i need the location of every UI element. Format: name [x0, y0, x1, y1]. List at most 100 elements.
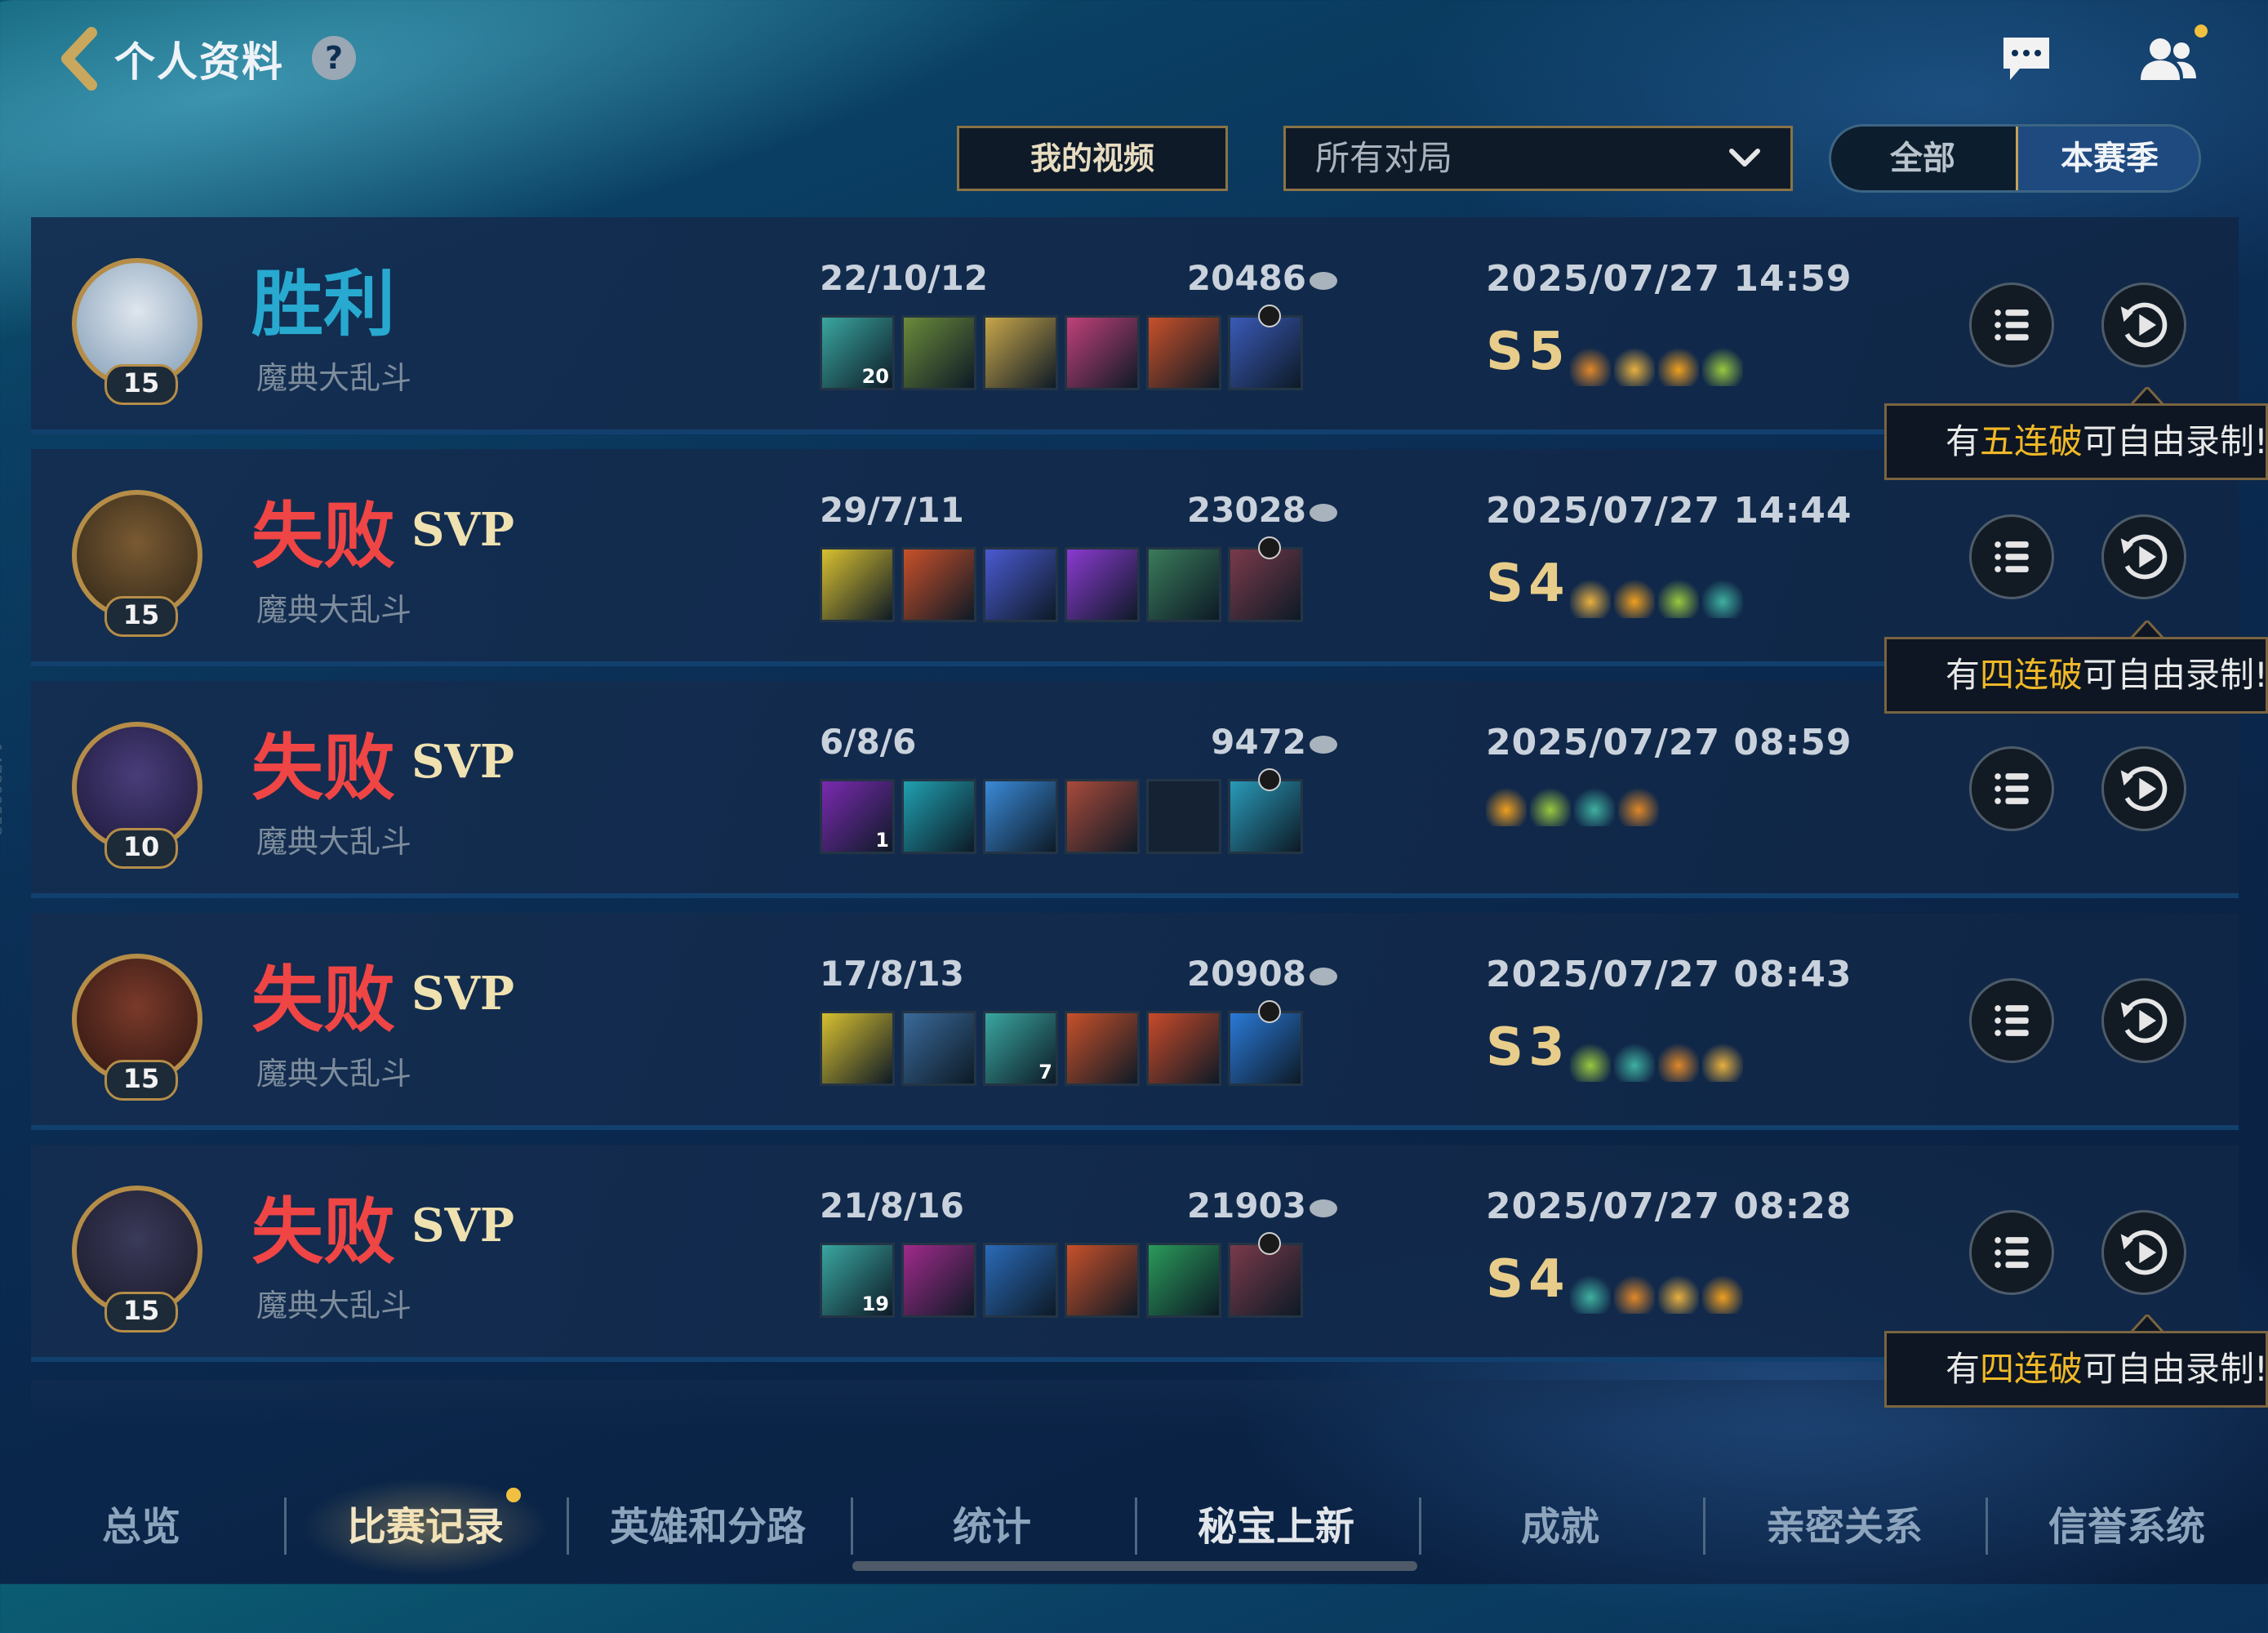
gold: 21903: [1141, 1186, 1337, 1226]
game-mode: 魔典大乱斗: [256, 592, 412, 628]
match-filter-select[interactable]: 所有对局: [1283, 126, 1793, 191]
replay-icon: [2120, 766, 2168, 812]
item-stack-count: 20: [861, 365, 889, 388]
home-indicator: [852, 1561, 1417, 1571]
achievement-badge-icon: [1657, 345, 1699, 386]
match-detail-button[interactable]: [1969, 514, 2054, 599]
champion-level: 15: [105, 364, 178, 405]
tab-honor-system[interactable]: 信誉系统: [1986, 1486, 2268, 1568]
replay-icon: [2120, 1230, 2168, 1275]
tab-heroes-lanes[interactable]: 英雄和分路: [567, 1486, 849, 1568]
replay-button[interactable]: [2101, 746, 2186, 831]
coin-icon: [1310, 967, 1337, 986]
replay-button[interactable]: [2101, 1210, 2186, 1295]
gold-value: 9472: [1211, 722, 1306, 762]
coin-icon: [1310, 1199, 1337, 1217]
achievement-badge-icon: [1701, 345, 1743, 386]
gold-value: 23028: [1186, 490, 1306, 530]
item-stack-count: 19: [861, 1293, 889, 1315]
game-mode: 魔典大乱斗: [256, 1288, 412, 1324]
achievement-badge-icon: [1613, 576, 1655, 618]
scythe-item: [1065, 547, 1140, 622]
match-detail-button[interactable]: [1969, 746, 2054, 831]
list-icon: [1995, 773, 2029, 804]
triangle-item: [820, 547, 895, 622]
hourglass-item: [1228, 305, 1303, 390]
replay-icon: [2120, 998, 2168, 1043]
tooltip-arrow: [2131, 1315, 2163, 1333]
toggle-season[interactable]: 本赛季: [2016, 127, 2199, 190]
chevron-down-icon: [1729, 149, 1760, 167]
replay-button[interactable]: [2101, 283, 2186, 367]
match-detail-button[interactable]: [1969, 1210, 2054, 1295]
coin-icon: [1310, 503, 1337, 522]
armor-item: [1146, 547, 1221, 622]
match-datetime: 2025/07/27 08:59: [1486, 722, 1852, 763]
record-tooltip-3: 有四连破可自由录制!: [1884, 1331, 2268, 1408]
purple-staff-item: 1: [820, 779, 895, 854]
cannon-item: 7: [983, 1011, 1058, 1086]
item-mark-icon: [1258, 305, 1281, 327]
season-toggle[interactable]: 全部 本赛季: [1829, 124, 2201, 193]
green-sword-item: [1146, 1243, 1221, 1318]
match-detail-button[interactable]: [1969, 283, 2054, 367]
fire-blade-item: [1065, 1011, 1140, 1086]
item-mark-icon: [1258, 1232, 1281, 1255]
my-videos-button[interactable]: 我的视频: [957, 126, 1228, 191]
match-filter-value: 所有对局: [1315, 138, 1453, 178]
record-tooltip-2: 有四连破可自由录制!: [1884, 637, 2268, 714]
match-row[interactable]: 15 失败 SVP 魔典大乱斗 29/7/11 23028 2025/07/27 14:44…: [31, 449, 2239, 666]
match-row[interactable]: 15 失败 SVP 魔典大乱斗 17/8/13 20908 7 2025/07/27 08:4…: [31, 913, 2239, 1130]
sword-item: [983, 315, 1058, 390]
match-row[interactable]: 15 胜利 魔典大乱斗 22/10/12 20486 20 2025/07/27 14:59…: [31, 217, 2239, 434]
spirit-item: [901, 779, 976, 854]
achievement-badges: S3: [1486, 1017, 1746, 1082]
gauntlet-item: [1228, 1000, 1303, 1086]
chat-icon[interactable]: [2000, 34, 2052, 83]
item-stack-count: 1: [875, 829, 889, 852]
item-mark-icon: [1258, 768, 1281, 791]
gold: 20486: [1141, 258, 1337, 298]
svp-badge: SVP: [411, 967, 514, 1021]
fire-blade-item: [901, 547, 976, 622]
tab-achievements[interactable]: 成就: [1419, 1486, 1701, 1568]
achievement-badge-icon: [1569, 345, 1611, 386]
replay-button[interactable]: [2101, 978, 2186, 1063]
replay-button[interactable]: [2101, 514, 2186, 599]
champion-level: 15: [105, 596, 178, 637]
kda: 22/10/12: [820, 258, 989, 298]
achievement-badge-icon: [1574, 785, 1615, 826]
achievement-badge-icon: [1701, 1040, 1743, 1082]
gold-value: 20486: [1186, 258, 1306, 298]
kda: 21/8/16: [820, 1186, 964, 1226]
flame-armor-item: [1146, 1011, 1221, 1086]
achievement-badge-icon: [1701, 576, 1743, 618]
back-button[interactable]: [56, 26, 105, 91]
list-icon: [1995, 309, 2029, 340]
streak-number: 3: [1528, 1017, 1565, 1078]
match-result: 失败: [251, 958, 396, 1042]
tab-overview[interactable]: 总览: [0, 1486, 282, 1568]
gold-value: 20908: [1186, 954, 1306, 994]
help-icon[interactable]: ?: [312, 36, 356, 80]
toggle-all[interactable]: 全部: [1831, 127, 2014, 190]
cyan-boots-item: [1228, 768, 1303, 854]
tab-stats[interactable]: 统计: [851, 1486, 1133, 1568]
record-tooltip-1: 有五连破可自由录制!: [1884, 403, 2268, 480]
match-row[interactable]: 15 失败 SVP 魔典大乱斗 21/8/16 21903 19 2025/07/27 08:…: [31, 1145, 2239, 1362]
chevron-left-icon: [61, 27, 97, 91]
achievement-badge-icon: [1613, 1040, 1655, 1082]
svp-badge: SVP: [411, 1199, 514, 1253]
match-detail-button[interactable]: [1969, 978, 2054, 1063]
match-datetime: 2025/07/27 08:28: [1486, 1186, 1852, 1227]
achievement-badge-icon: [1569, 576, 1611, 618]
tab-treasure[interactable]: 秘宝上新: [1135, 1486, 1417, 1568]
tab-relationships[interactable]: 亲密关系: [1703, 1486, 1986, 1568]
tooltip-arrow: [2131, 621, 2163, 639]
friends-icon[interactable]: [2136, 33, 2201, 85]
streak-number: 5: [1528, 322, 1565, 382]
tab-match-history[interactable]: 比赛记录: [284, 1478, 567, 1576]
pink-blade-item: [1065, 315, 1140, 390]
chain-item: [1228, 536, 1303, 622]
gold: 20908: [1141, 954, 1337, 994]
